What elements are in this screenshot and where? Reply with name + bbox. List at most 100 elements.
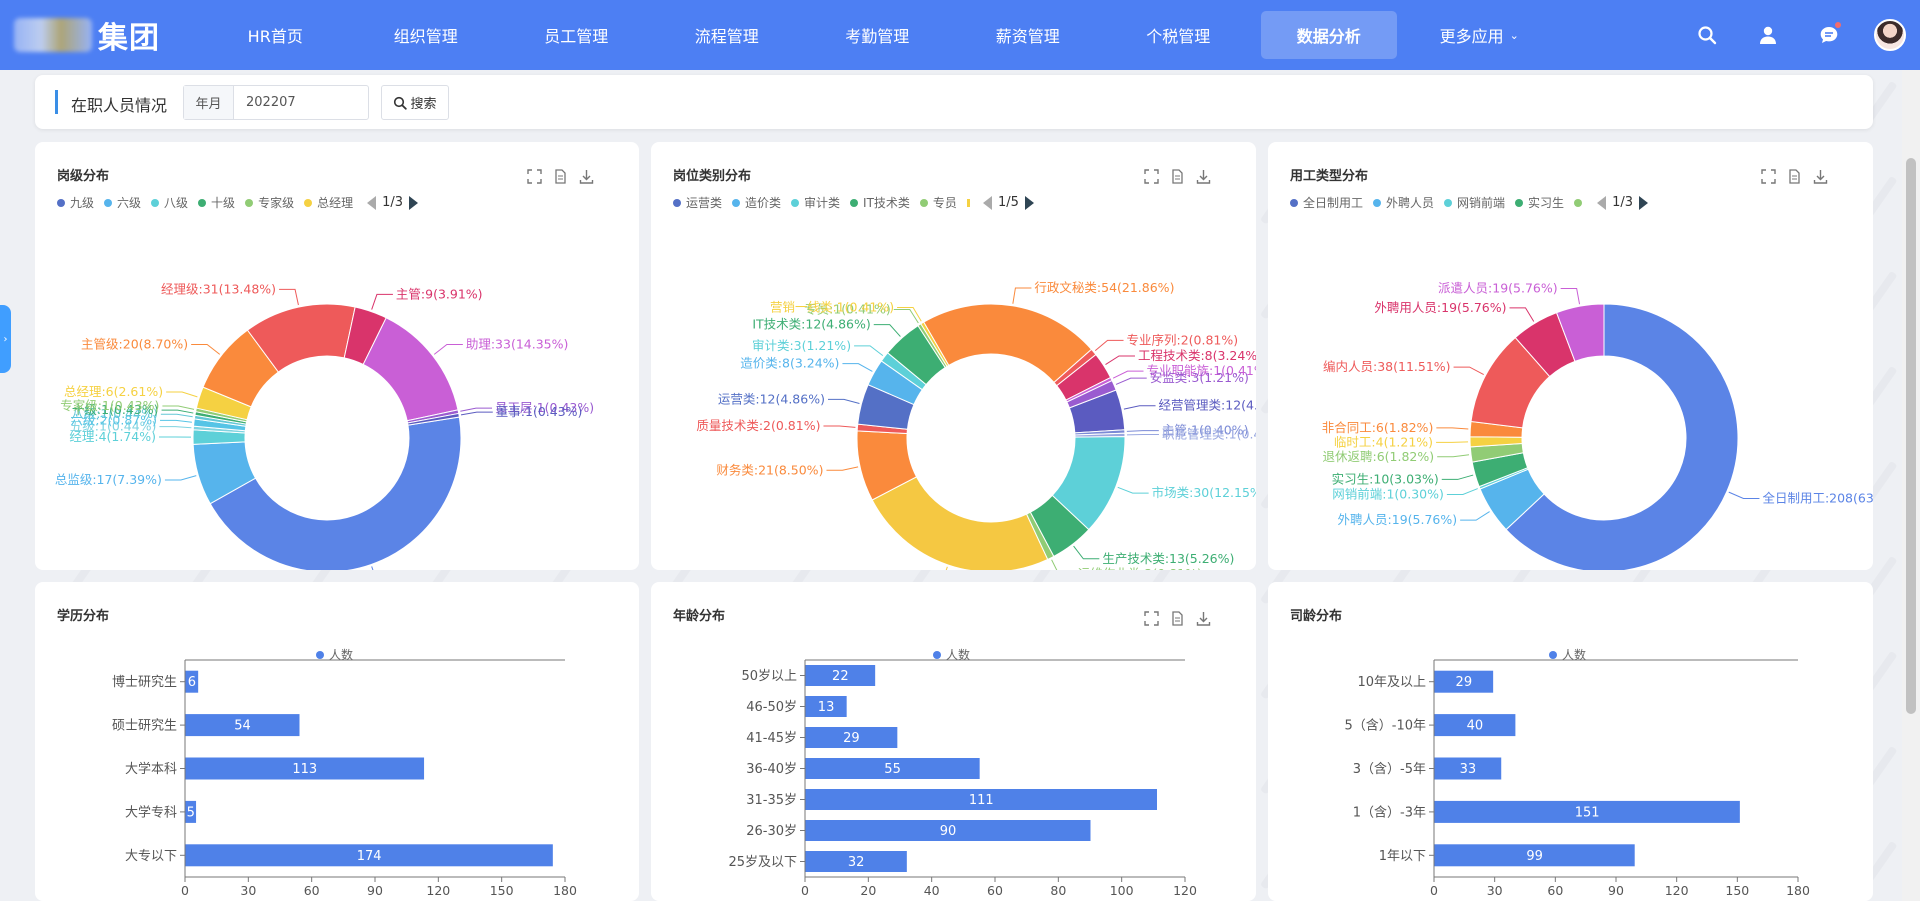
pie-slice[interactable] [923,303,1093,384]
slice-label: 行政文秘类:54(21.86%) [1034,280,1174,295]
nav-label: 流程管理 [694,27,759,46]
slice-label: 外聘人员:19(5.76%) [1338,512,1458,527]
slice-label: 总经理:6(2.61%) [64,384,163,399]
pie-slice[interactable] [209,416,462,570]
nav-item-data-analysis[interactable]: 数据分析 [1254,0,1405,70]
slice-leader-line [1437,454,1470,458]
slice-leader-line [1560,287,1581,305]
bar-value-label: 5 [187,805,195,820]
slice-leader-line [159,426,192,429]
filter-title: 在职人员情况 [71,96,168,115]
bar-value-label: 90 [940,824,957,839]
scrollbar-thumb[interactable] [1906,158,1916,714]
slice-leader-line [1460,511,1490,521]
slice-label: 主管级:20(8.70%) [81,337,188,352]
slice-leader-line [433,344,463,355]
nav-item-process[interactable]: 流程管理 [652,0,803,70]
x-tick-label: 0 [1430,883,1438,898]
nav-label: 更多应用 [1439,27,1504,46]
bar-value-label: 174 [357,849,382,864]
slice-leader-line [1123,405,1156,410]
nav-item-org[interactable]: 组织管理 [351,0,502,70]
page-scrollbar[interactable] [1902,70,1920,901]
x-tick-label: 150 [1725,883,1749,898]
logo-mark [14,18,92,52]
slice-label: 经理级:31(13.48%) [161,281,276,296]
bar-value-label: 54 [234,719,251,734]
category-label: 25岁及以下 [728,855,797,870]
category-label: 大专以下 [125,849,177,864]
category-label: 26-30岁 [746,824,797,839]
nav-item-hr-home[interactable]: HR首页 [200,0,351,70]
x-tick-label: 60 [304,883,320,898]
slice-leader-line [460,407,493,412]
slice-leader-line [371,293,393,310]
bar-value-label: 29 [1456,675,1473,690]
nav-item-salary[interactable]: 薪资管理 [953,0,1104,70]
nav-item-more-apps[interactable]: 更多应用 ⌄ [1404,0,1555,70]
slice-label: IT技术类:12(4.86%) [752,317,870,332]
search-icon[interactable] [1676,0,1737,70]
bar-value-label: 22 [832,669,849,684]
month-input[interactable] [234,86,368,119]
category-label: 硕士研究生 [112,719,177,734]
slice-label: 生产技术类:13(5.26%) [1102,551,1234,566]
pie-slice[interactable] [871,476,1049,570]
slice-leader-line [161,409,194,414]
message-icon[interactable] [1798,0,1859,70]
category-label: 31-35岁 [746,793,797,808]
nav-label: 数据分析 [1260,11,1397,59]
bar-value-label: 33 [1460,762,1477,777]
slice-label: 财务类:21(8.50%) [716,462,823,477]
bar-value-label: 113 [292,762,317,777]
bar-chart: 0 30 60 90 120 150 180 29 10年及以上 40 5（含）-10年 33 3（含）… [1344,659,1810,898]
x-tick-label: 60 [1547,883,1563,898]
slice-leader-line [160,413,193,418]
card-rank-distribution: 岗级分布 九级 六级 八级 十级 专家级 总经理 1/3 员工级:102(44.… [35,142,639,570]
nav-item-tax[interactable]: 个税管理 [1103,0,1254,70]
slice-leader-line [1728,491,1760,499]
slice-leader-line [1117,486,1149,494]
month-field: 年月 [183,85,369,120]
slice-leader-line [1446,488,1478,495]
category-label: 1年以下 [1379,849,1426,864]
brand-logo[interactable]: 集团 [14,13,164,57]
category-label: 41-45岁 [746,731,797,746]
nav-item-employee[interactable]: 员工管理 [501,0,652,70]
x-tick-label: 180 [553,883,577,898]
nav-label: 组织管理 [393,27,458,46]
slice-label: 营销一线类:1(0.41%) [770,299,894,314]
bar-value-label: 99 [1526,849,1543,864]
x-tick-label: 90 [1608,883,1624,898]
slice-label: 专家级:1(0.43%) [60,398,159,413]
slice-leader-line [893,309,919,324]
slice-label: 外聘用人员:19(5.76%) [1374,300,1506,315]
side-collapse-tab[interactable]: › [0,305,11,373]
chevron-right-icon: › [3,333,8,345]
slice-leader-line [160,419,192,423]
nav-label: 考勤管理 [845,27,910,46]
search-button[interactable]: 搜索 [381,85,449,120]
nav-item-attendance[interactable]: 考勤管理 [802,0,953,70]
avatar[interactable] [1859,0,1920,70]
slice-leader-line [371,566,374,570]
slice-label: 市场类:30(12.15%) [1152,485,1256,500]
x-tick-label: 150 [490,883,514,898]
slice-label: 董事:1(0.43%) [496,404,583,419]
category-label: 50岁以上 [741,669,797,684]
x-tick-label: 120 [1665,883,1689,898]
x-tick-label: 180 [1786,883,1810,898]
category-label: 10年及以上 [1357,675,1426,690]
x-tick-label: 40 [924,883,940,898]
slice-leader-line [842,363,873,372]
slice-leader-line [854,345,884,356]
slice-label: 造价类:8(3.24%) [740,356,839,371]
nav-label: 员工管理 [544,27,609,46]
slice-leader-line [162,405,195,410]
user-icon[interactable] [1737,0,1798,70]
slice-leader-line [945,566,948,570]
bar-value-label: 13 [818,700,835,715]
slice-leader-line [1441,474,1474,480]
top-nav-bar: 集团 HR首页 组织管理 员工管理 流程管理 考勤管理 薪资管理 个税管理 数据… [0,0,1920,70]
slice-leader-line [1126,430,1159,432]
